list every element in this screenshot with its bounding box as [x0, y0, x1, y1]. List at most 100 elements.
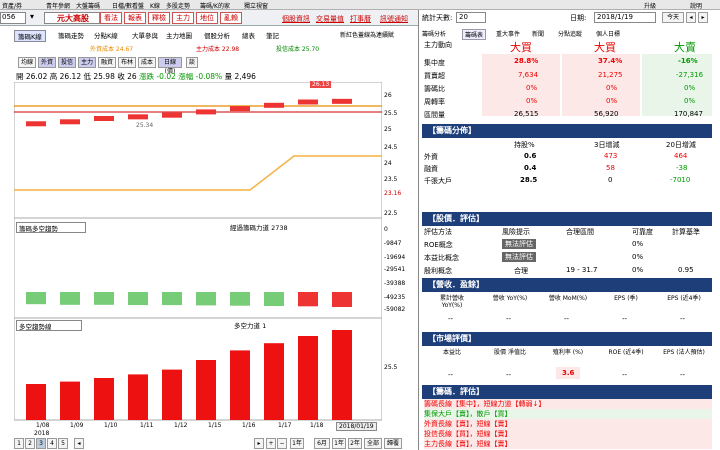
stock-code-input[interactable]: 056: [0, 12, 26, 24]
btn-margin[interactable]: 融資: [98, 57, 116, 68]
long-short-select[interactable]: 多空趨勢線: [16, 320, 82, 331]
link-volume[interactable]: 交易量值: [316, 14, 344, 24]
range-1y2-button[interactable]: 1年: [332, 438, 346, 449]
page-5-button[interactable]: 5: [58, 438, 68, 449]
menu-item-5[interactable]: K線: [150, 1, 160, 10]
menu-item-8[interactable]: 獨立視窗: [244, 1, 268, 10]
reset-button[interactable]: 歸覆: [384, 438, 402, 449]
tab-summary[interactable]: 總表: [242, 30, 255, 40]
report-button[interactable]: 報表: [124, 12, 146, 24]
ytick: 0: [384, 226, 388, 233]
link-calendar[interactable]: 打事曆: [350, 14, 371, 24]
tab-events[interactable]: 重大事件: [496, 29, 520, 38]
chip-force-bar: [26, 292, 46, 305]
legend-trust: 投信成本 25.70: [276, 46, 320, 53]
tab-chip-trend[interactable]: 籌碼走勢: [58, 30, 84, 40]
check-button[interactable]: 釋檢: [148, 12, 170, 24]
btn-dayline[interactable]: 日線(價): [158, 57, 182, 75]
ytick: 24.5: [384, 144, 398, 151]
menu-item-4[interactable]: 日檔/數看盤: [112, 1, 144, 10]
tab-branch-kline[interactable]: 分點K線: [94, 30, 118, 40]
page-4-button[interactable]: 4: [47, 438, 57, 449]
menu-item-6[interactable]: 多股走勢: [166, 1, 190, 10]
dist-label: 融資: [424, 165, 438, 173]
chip-trend-select[interactable]: 籌碼多空趨勢: [16, 222, 86, 233]
mkt-val: --: [506, 371, 512, 379]
tab-notes[interactable]: 筆記: [266, 30, 279, 40]
revenue-table: 累計營收 YoY(%) 營收 YoY(%) 營收 MoM(%) EPS (季) …: [422, 293, 712, 323]
page-1-button[interactable]: 1: [14, 438, 24, 449]
range-2y-button[interactable]: 2年: [348, 438, 362, 449]
range-all-button[interactable]: 全部: [364, 438, 382, 449]
btn-talk[interactable]: 談: [186, 57, 198, 68]
prev-day-icon[interactable]: ◂: [686, 12, 696, 23]
tab-chip-table[interactable]: 籌碼表: [462, 29, 487, 40]
today-button[interactable]: 今天: [662, 12, 684, 23]
tab-chip-kline[interactable]: 籌碼K線: [14, 30, 46, 42]
tab-branch[interactable]: 分點追蹤: [558, 29, 582, 38]
price-label-low: 25.34: [136, 122, 154, 129]
menu-item-2[interactable]: 青年參網: [46, 1, 70, 10]
tab-chip-analysis[interactable]: 籌碼分析: [422, 29, 446, 38]
btn-mainforce[interactable]: 主力: [78, 57, 96, 68]
date-input[interactable]: 2018/1/19: [594, 12, 656, 23]
range-1y-button[interactable]: 1年: [290, 438, 304, 449]
tab-target[interactable]: 個人日標: [596, 29, 620, 38]
dropdown-icon[interactable]: ▾: [30, 12, 34, 21]
x-year: 2018: [34, 430, 50, 437]
link-signal[interactable]: 訊號通知: [380, 14, 408, 24]
link-stock-info[interactable]: 個股資訊: [282, 14, 310, 24]
xtick: 1/08: [36, 422, 50, 429]
stock-name[interactable]: 元大高股: [44, 12, 100, 24]
row-val: 7,634: [518, 71, 539, 79]
range-6m-button[interactable]: 6月: [314, 438, 330, 449]
scroll-right-icon[interactable]: ▸: [254, 438, 264, 449]
upgrade-button[interactable]: 升級: [644, 1, 656, 10]
ytick: -59082: [384, 306, 406, 313]
view-button[interactable]: 看法: [100, 12, 122, 24]
scroll-left-icon[interactable]: ◂: [74, 438, 84, 449]
row-val: 37.4%: [598, 57, 623, 65]
menu-item-1[interactable]: 資產/券: [2, 1, 22, 10]
ohlc-low: 低 25.98: [83, 72, 115, 81]
market-table: 本益比 股價 淨值比 殖利率 (%) ROE (近4季) EPS (法人預估) …: [422, 347, 712, 383]
misc-button[interactable]: 亂賴: [220, 12, 242, 24]
ytick: 25.5: [384, 364, 398, 371]
btn-foreign[interactable]: 外資: [38, 57, 56, 68]
btn-ma[interactable]: 均線: [18, 57, 36, 68]
zoom-out-icon[interactable]: −: [277, 438, 287, 449]
eval-label: 殷利概念: [424, 267, 452, 275]
tab-stock-analysis[interactable]: 個股分析: [204, 30, 230, 40]
chip-force-bar: [94, 292, 114, 305]
tab-mainforce-map[interactable]: 主力地圖: [166, 30, 192, 40]
btn-cost[interactable]: 成本: [138, 57, 156, 68]
zoom-in-icon[interactable]: +: [266, 438, 276, 449]
btn-trust[interactable]: 投信: [58, 57, 76, 68]
menu-item-7[interactable]: 籌碼/K的家: [200, 1, 230, 10]
rev-val: --: [622, 315, 628, 323]
eval-head: 風險提示: [502, 228, 530, 236]
tab-bigorder[interactable]: 大單參與: [132, 30, 158, 40]
position-button[interactable]: 地位: [196, 12, 218, 24]
help-button[interactable]: 說明: [690, 1, 702, 10]
long-short-bar: [332, 330, 352, 420]
row-label: 集中度: [424, 59, 445, 67]
chip-force-bar: [298, 292, 318, 307]
page-3-button[interactable]: 3: [36, 438, 46, 449]
rev-head: 累計營收 YoY(%): [439, 295, 464, 309]
btn-bollinger[interactable]: 布林: [118, 57, 136, 68]
dist-val: 0.6: [524, 152, 537, 160]
menu-item-3[interactable]: 大盤籌碼: [76, 1, 100, 10]
long-short-bar: [196, 360, 216, 420]
days-select[interactable]: 20: [456, 12, 486, 23]
row-val: 0%: [526, 97, 538, 105]
tab-news[interactable]: 新聞: [532, 29, 544, 38]
mkt-val: 3.6: [556, 367, 581, 379]
rev-head: 營收 MoM(%): [548, 295, 588, 302]
next-day-icon[interactable]: ▸: [698, 12, 708, 23]
xtick-current: 2018/01/19: [336, 422, 377, 431]
ytick: 25: [384, 126, 392, 133]
head-label: 主力動向: [424, 41, 452, 49]
main-force-button[interactable]: 主力: [172, 12, 194, 24]
page-2-button[interactable]: 2: [25, 438, 35, 449]
